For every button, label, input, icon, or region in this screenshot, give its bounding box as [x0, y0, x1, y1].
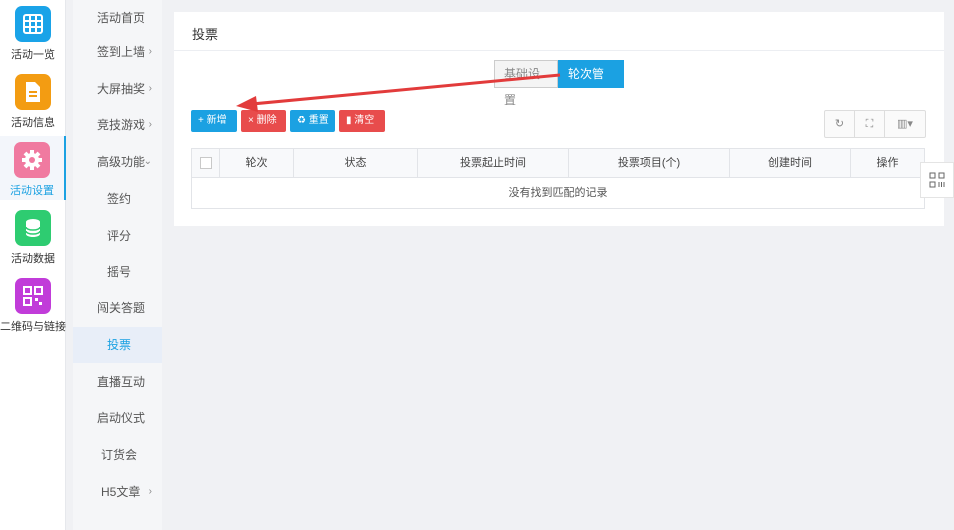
column-header[interactable]: 投票项目(个): [569, 149, 730, 177]
menu-item-h5-article[interactable]: H5文章 ›: [73, 474, 162, 510]
menu-label: 高级功能: [97, 155, 146, 169]
document-icon: [15, 74, 51, 110]
rail-label: 活动数据: [11, 253, 55, 265]
refresh-icon[interactable]: ↻: [825, 111, 855, 137]
columns-icon[interactable]: ▥▾: [885, 111, 925, 137]
rounds-table: 轮次 状态 投票起止时间 投票项目(个) 创建时间 操作 没有找到匹配的记录: [191, 148, 925, 209]
grid-icon: [15, 6, 51, 42]
rail-item-activity-info[interactable]: 活动信息: [0, 68, 66, 132]
menu-item-order-fair[interactable]: 订货会: [73, 437, 162, 473]
menu-label: 活动首页: [97, 11, 146, 25]
menu-label: 评分: [107, 229, 132, 243]
fullscreen-icon[interactable]: ⛶: [855, 111, 885, 137]
menu-item-live-interaction[interactable]: 直播互动: [73, 364, 162, 400]
qrcode-icon: [15, 278, 51, 314]
menu-label: 竞技游戏: [97, 118, 146, 132]
menu-item-screen-lottery[interactable]: 大屏抽奖 ›: [73, 71, 162, 107]
column-header[interactable]: 操作: [851, 149, 924, 177]
column-header[interactable]: 投票起止时间: [418, 149, 569, 177]
add-button[interactable]: + 新增: [191, 110, 237, 132]
rail-label: 活动一览: [11, 49, 55, 61]
empty-message: 没有找到匹配的记录: [508, 187, 608, 199]
menu-label: H5文章: [101, 485, 141, 499]
vote-panel: 投票 基础设置 轮次管理 + 新增 × 删除 ♻ 重置 ▮ 清空 ↻ ⛶ ▥▾ …: [174, 12, 944, 226]
menu-item-scoring[interactable]: 评分: [73, 218, 162, 254]
rail-item-qrcode-link[interactable]: 二维码与链接: [0, 272, 66, 336]
menu-item-competitive-games[interactable]: 竞技游戏 ›: [73, 107, 162, 143]
divider: [174, 50, 944, 51]
select-all-checkbox[interactable]: [192, 149, 220, 177]
rail-label: 活动信息: [11, 117, 55, 129]
menu-item-activity-home[interactable]: 活动首页: [73, 0, 162, 36]
column-header[interactable]: 创建时间: [730, 149, 851, 177]
clear-button[interactable]: ▮ 清空: [339, 110, 385, 132]
chevron-right-icon: ›: [148, 46, 152, 57]
menu-label: 闯关答题: [97, 301, 146, 315]
tab-round-management[interactable]: 轮次管理: [558, 60, 624, 107]
page-title: 投票: [192, 27, 219, 42]
column-header[interactable]: 轮次: [220, 149, 294, 177]
chevron-down-icon: ⌄: [143, 156, 152, 167]
table-header: 轮次 状态 投票起止时间 投票项目(个) 创建时间 操作: [192, 149, 924, 178]
menu-item-lottery-draw[interactable]: 摇号: [73, 254, 162, 290]
rail-label: 二维码与链接: [0, 321, 66, 333]
database-icon: [15, 210, 51, 246]
menu-label: 签到上墙: [97, 45, 146, 59]
chevron-right-icon: ›: [148, 486, 152, 497]
menu-item-sign-contract[interactable]: 签约: [73, 181, 162, 217]
menu-item-vote[interactable]: 投票: [73, 327, 162, 363]
reset-button[interactable]: ♻ 重置: [290, 110, 335, 132]
rail-item-activity-list[interactable]: 活动一览: [0, 0, 66, 64]
qrcode-icon: [929, 172, 945, 188]
menu-label: 大屏抽奖: [97, 82, 146, 96]
menu-item-advanced[interactable]: 高级功能 ⌄: [73, 144, 162, 180]
tab-basic-settings[interactable]: 基础设置: [494, 60, 558, 107]
menu-label: 签约: [107, 192, 132, 206]
menu-label: 订货会: [101, 448, 138, 462]
gear-icon: [14, 142, 50, 178]
column-header[interactable]: 状态: [294, 149, 418, 177]
rail-label: 活动设置: [10, 185, 54, 197]
menu-item-quiz[interactable]: 闯关答题: [73, 290, 162, 326]
chevron-right-icon: ›: [148, 119, 152, 130]
secondary-menu: 活动首页 签到上墙 › 大屏抽奖 › 竞技游戏 › 高级功能 ⌄ 签约 评分 摇号 闯关…: [73, 0, 162, 530]
delete-button[interactable]: × 删除: [241, 110, 286, 132]
chevron-right-icon: ›: [148, 83, 152, 94]
menu-item-launch-ceremony[interactable]: 启动仪式: [73, 400, 162, 436]
menu-item-checkin-wall[interactable]: 签到上墙 ›: [73, 34, 162, 70]
rail-item-activity-settings[interactable]: 活动设置: [0, 136, 66, 200]
menu-label: 直播互动: [97, 375, 146, 389]
menu-label: 启动仪式: [97, 411, 146, 425]
float-qrcode-button[interactable]: [920, 162, 954, 198]
rail-item-activity-data[interactable]: 活动数据: [0, 204, 66, 268]
table-tools: ↻ ⛶ ▥▾: [824, 110, 926, 138]
icon-rail: 活动一览 活动信息 活动设置 活动数据 二维码与链接: [0, 0, 66, 530]
menu-label: 投票: [107, 338, 132, 352]
menu-label: 摇号: [107, 265, 132, 279]
